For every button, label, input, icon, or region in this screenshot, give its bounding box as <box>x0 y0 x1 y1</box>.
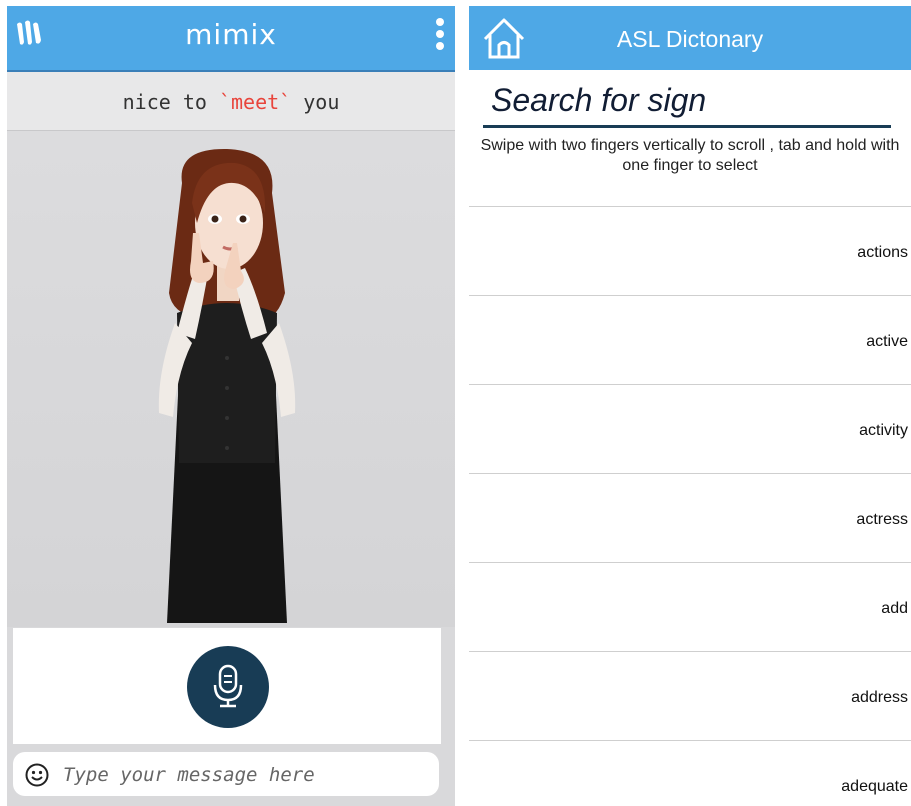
voice-input-panel <box>13 628 441 744</box>
search-underline <box>483 125 891 128</box>
list-item[interactable]: actions <box>469 206 911 295</box>
word-label: adequate <box>841 778 908 795</box>
frame-edge <box>0 0 7 806</box>
kebab-menu-icon[interactable] <box>435 18 445 56</box>
list-item[interactable]: add <box>469 562 911 651</box>
app-header: mimix <box>7 6 455 72</box>
phrase-current-word: `meet` <box>218 90 292 114</box>
screen-title: ASL Dictonary <box>616 26 764 52</box>
message-composer <box>13 752 439 796</box>
list-item[interactable]: address <box>469 651 911 740</box>
microphone-button[interactable] <box>187 646 269 728</box>
list-item[interactable]: active <box>469 295 911 384</box>
word-label: address <box>851 689 908 706</box>
microphone-icon <box>213 664 243 708</box>
list-item[interactable]: activity <box>469 384 911 473</box>
message-input[interactable] <box>61 760 425 790</box>
word-list: actions active activity actress add addr… <box>469 206 911 806</box>
list-item[interactable]: actress <box>469 473 911 562</box>
phrase-text-before: nice to <box>122 90 219 114</box>
signing-avatar <box>158 148 296 623</box>
word-label: add <box>881 600 908 617</box>
word-label: actress <box>856 511 908 528</box>
avatar-stage <box>7 131 455 627</box>
translated-phrase: nice to `meet` you <box>7 72 455 131</box>
instructions-text: Swipe with two fingers vertically to scr… <box>480 137 900 174</box>
word-label: actions <box>857 244 908 261</box>
asl-dictionary-screen: ASL Dictonary Search for sign Swipe with… <box>469 0 911 806</box>
app-brand: mimix <box>185 18 277 51</box>
word-label: activity <box>859 422 908 439</box>
list-item[interactable]: adequate <box>469 740 911 806</box>
phrase-text-after: you <box>291 90 340 114</box>
search-heading[interactable]: Search for sign <box>491 82 706 119</box>
mimix-app-screen: mimix nice to `meet` you <box>0 0 455 806</box>
word-label: active <box>866 333 908 350</box>
app-header: ASL Dictonary <box>469 6 911 70</box>
smiley-icon[interactable] <box>25 763 49 787</box>
